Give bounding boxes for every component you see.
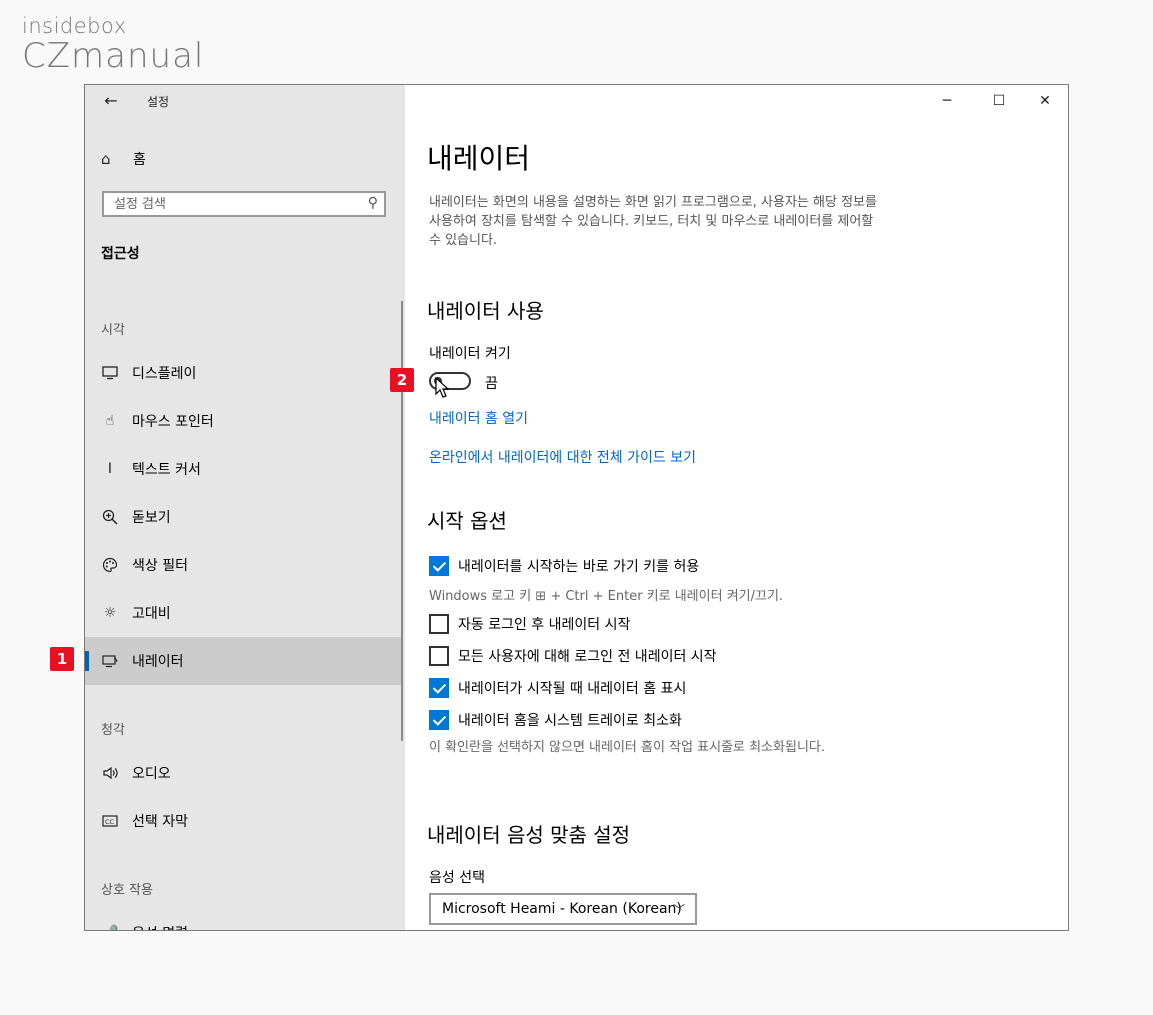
sidebar-item-label: 선택 자막 xyxy=(132,814,188,830)
mouse-cursor-icon xyxy=(435,377,450,398)
text-cursor-icon: I xyxy=(107,461,113,477)
option-label: 내레이터 홈을 시스템 트레이로 최소화 xyxy=(458,713,682,729)
sidebar-item-label: 마우스 포인터 xyxy=(132,414,214,430)
sidebar-item-label: 텍스트 커서 xyxy=(132,462,201,478)
active-indicator xyxy=(85,651,89,671)
audio-icon xyxy=(101,764,119,782)
voice-label: 음성 선택 xyxy=(429,870,485,886)
use-heading: 내레이터 사용 xyxy=(427,299,544,323)
sidebar-item-mouse-pointer[interactable]: ☝ 마우스 포인터 xyxy=(85,397,403,445)
checkbox[interactable] xyxy=(429,646,449,666)
mouse-pointer-icon: ☝ xyxy=(105,413,115,429)
shortcut-note: Windows 로고 키 ⊞ + Ctrl + Enter 키로 내레이터 켜기… xyxy=(429,589,784,604)
option-all-users-start[interactable]: 모든 사용자에 대해 로그인 전 내레이터 시작 xyxy=(429,646,717,666)
magnifier-icon xyxy=(101,508,119,526)
sidebar-item-label: 오디오 xyxy=(132,766,171,782)
color-filter-icon xyxy=(101,556,119,574)
home-link[interactable]: ⌂ 홈 xyxy=(101,149,146,169)
search-icon[interactable]: ⚲ xyxy=(368,195,378,211)
sidebar-item-display[interactable]: 디스플레이 xyxy=(85,349,403,397)
close-icon[interactable]: ✕ xyxy=(1033,91,1057,111)
watermark-logo: insidebox CZmanual xyxy=(22,14,204,74)
option-show-home[interactable]: 내레이터가 시작될 때 내레이터 홈 표시 xyxy=(429,678,686,698)
sidebar-item-audio[interactable]: 오디오 xyxy=(85,749,403,797)
watermark-top: insidebox xyxy=(22,14,127,38)
content-pane: ─ ☐ ✕ 내레이터 내레이터는 화면의 내용을 설명하는 화면 읽기 프로그램… xyxy=(405,85,1068,930)
voice-select[interactable]: Microsoft Heami - Korean (Korean) ﹀ xyxy=(429,893,697,925)
minimize-note: 이 확인란을 선택하지 않으면 내레이터 홈이 작업 표시줄로 최소화됩니다. xyxy=(429,740,825,755)
page-title: 내레이터 xyxy=(427,142,531,175)
high-contrast-icon: ☼ xyxy=(103,605,117,621)
home-label: 홈 xyxy=(133,152,146,168)
group-label-hearing: 청각 xyxy=(101,723,125,738)
speech-icon: 🎤 xyxy=(101,924,119,930)
sidebar-item-label: 고대비 xyxy=(132,606,171,622)
sidebar-item-label: 색상 필터 xyxy=(132,558,188,574)
page-description: 내레이터는 화면의 내용을 설명하는 화면 읽기 프로그램으로, 사용자는 해당… xyxy=(429,195,877,248)
option-label: 자동 로그인 후 내레이터 시작 xyxy=(458,617,631,633)
checkbox[interactable] xyxy=(429,710,449,730)
sidebar-item-narrator[interactable]: 내레이터 xyxy=(85,637,403,685)
checkbox[interactable] xyxy=(429,556,449,576)
option-auto-login-start[interactable]: 자동 로그인 후 내레이터 시작 xyxy=(429,614,630,634)
sidebar-item-speech[interactable]: 🎤 음성 명령 xyxy=(85,909,403,930)
voice-select-value: Microsoft Heami - Korean (Korean) xyxy=(442,901,682,917)
search-input[interactable] xyxy=(104,193,364,216)
narrator-icon xyxy=(101,652,119,670)
section-title: 접근성 xyxy=(101,246,140,262)
sidebar-scrollbar[interactable] xyxy=(401,301,403,741)
sidebar-item-high-contrast[interactable]: ☼ 고대비 xyxy=(85,589,403,637)
sidebar-item-label: 돋보기 xyxy=(132,510,171,526)
annotation-badge-2: 2 xyxy=(390,368,414,392)
option-minimize-tray[interactable]: 내레이터 홈을 시스템 트레이로 최소화 xyxy=(429,710,682,730)
narrator-home-link[interactable]: 내레이터 홈 열기 xyxy=(429,408,528,428)
minimize-icon[interactable]: ─ xyxy=(935,91,959,111)
sidebar-item-magnifier[interactable]: 돋보기 xyxy=(85,493,403,541)
svg-text:CC: CC xyxy=(105,818,115,826)
option-label: 모든 사용자에 대해 로그인 전 내레이터 시작 xyxy=(458,649,717,665)
search-box[interactable]: ⚲ xyxy=(102,191,386,217)
sidebar-item-label: 음성 명령 xyxy=(132,923,188,930)
voice-heading: 내레이터 음성 맞춤 설정 xyxy=(427,823,631,847)
toggle-state: 끔 xyxy=(485,376,498,392)
watermark-bottom: CZmanual xyxy=(22,36,205,76)
option-label: 내레이터를 시작하는 바로 가기 키를 허용 xyxy=(458,559,700,575)
closed-caption-icon: CC xyxy=(101,812,119,830)
sidebar-item-color-filter[interactable]: 색상 필터 xyxy=(85,541,403,589)
option-label: 내레이터가 시작될 때 내레이터 홈 표시 xyxy=(458,681,687,697)
window-title: 설정 xyxy=(147,95,170,109)
group-label-vision: 시각 xyxy=(101,323,125,338)
display-icon xyxy=(101,364,119,382)
sidebar-item-label: 내레이터 xyxy=(132,654,184,670)
home-icon: ⌂ xyxy=(101,150,111,168)
sidebar-item-label: 디스플레이 xyxy=(132,366,197,382)
back-arrow-icon[interactable]: ← xyxy=(101,91,121,111)
checkbox[interactable] xyxy=(429,614,449,634)
annotation-badge-1: 1 xyxy=(50,647,74,671)
option-shortcut-key[interactable]: 내레이터를 시작하는 바로 가기 키를 허용 xyxy=(429,556,699,576)
toggle-label: 내레이터 켜기 xyxy=(429,346,511,362)
sidebar: ← 설정 ⌂ 홈 ⚲ 접근성 시각 디스플레이 ☝ 마우스 포인터 I 텍스트 … xyxy=(85,85,405,930)
chevron-down-icon: ﹀ xyxy=(672,903,685,917)
sidebar-item-closed-captions[interactable]: CC 선택 자막 xyxy=(85,797,403,845)
narrator-guide-link[interactable]: 온라인에서 내레이터에 대한 전체 가이드 보기 xyxy=(429,447,696,467)
settings-window: ← 설정 ⌂ 홈 ⚲ 접근성 시각 디스플레이 ☝ 마우스 포인터 I 텍스트 … xyxy=(84,84,1069,931)
maximize-icon[interactable]: ☐ xyxy=(987,91,1011,111)
checkbox[interactable] xyxy=(429,678,449,698)
start-options-heading: 시작 옵션 xyxy=(427,509,507,533)
sidebar-item-text-cursor[interactable]: I 텍스트 커서 xyxy=(85,445,403,493)
group-label-interaction: 상호 작용 xyxy=(101,883,153,898)
